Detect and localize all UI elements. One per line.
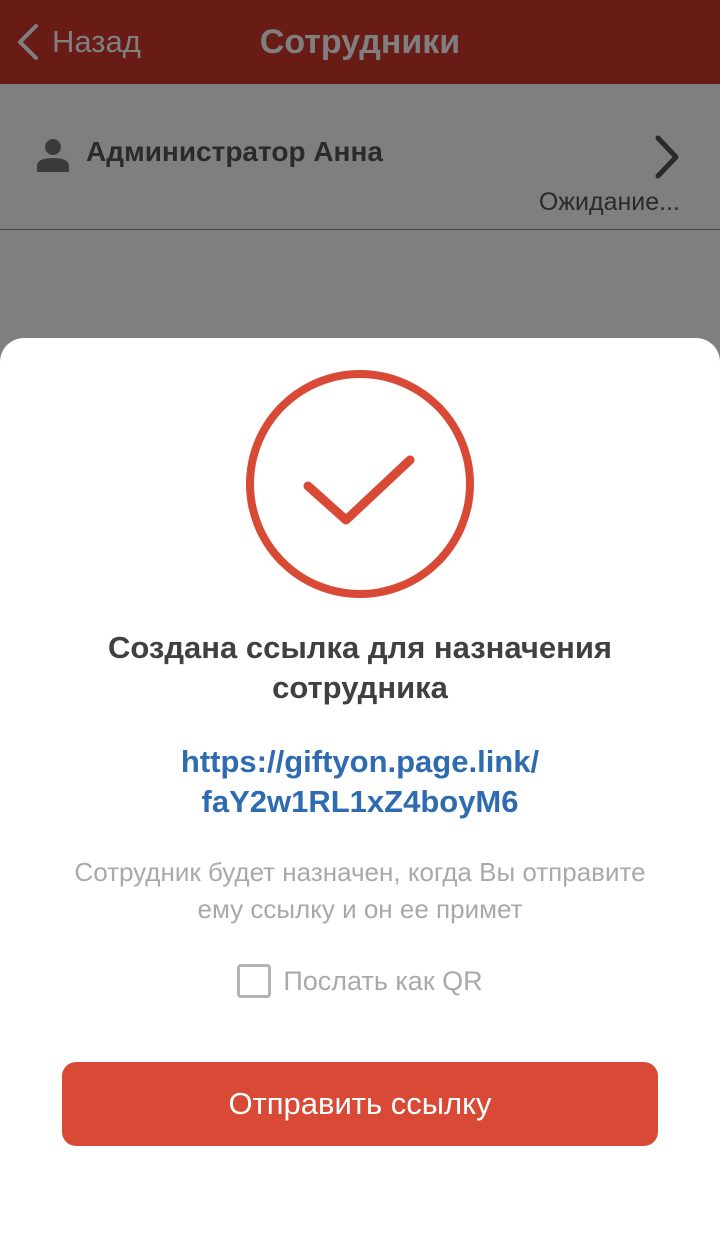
send-as-qr-checkbox[interactable] <box>237 964 272 998</box>
invite-link-line-1: https://giftyon.page.link/ <box>180 744 540 779</box>
link-created-sheet: Создана ссылка для назначения сотрудника… <box>0 338 720 1240</box>
send-link-button[interactable]: Отправить ссылку <box>62 1062 658 1146</box>
send-as-qr-label: Послать как QR <box>283 965 483 996</box>
check-circle-icon <box>246 370 474 598</box>
invite-link[interactable]: https://giftyon.page.link/ faY2w1RL1xZ4b… <box>60 742 660 822</box>
sheet-note: Сотрудник будет назначен, когда Вы отпра… <box>74 857 646 924</box>
send-as-qr-option[interactable]: Послать как QR <box>0 962 720 1000</box>
invite-link-line-2: faY2w1RL1xZ4boyM6 <box>201 784 519 819</box>
sheet-title: Создана ссылка для назначения сотрудника <box>108 630 612 705</box>
